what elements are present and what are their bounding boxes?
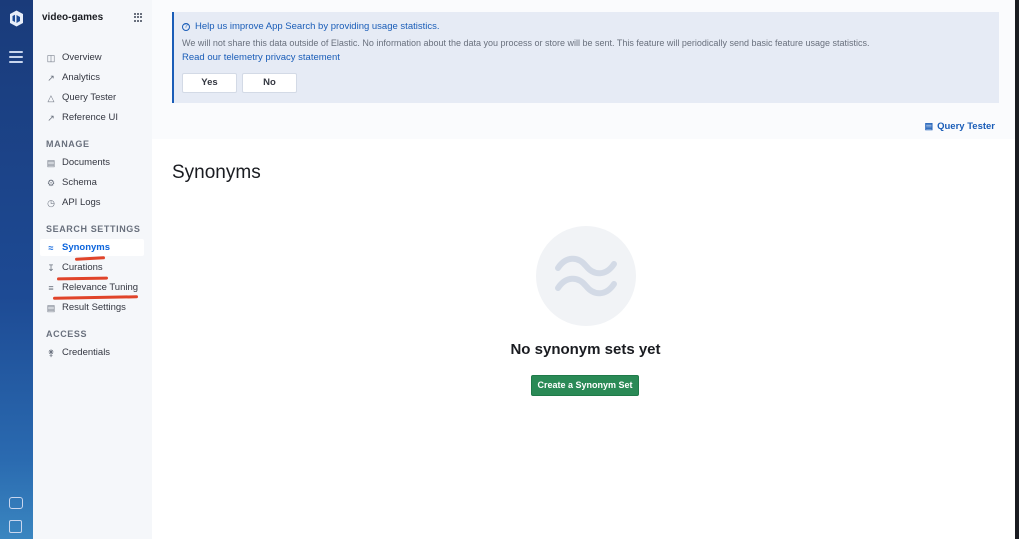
telemetry-privacy-link[interactable]: Read our telemetry privacy statement bbox=[182, 52, 340, 63]
sidebar-item-result-settings[interactable]: ▤ Result Settings bbox=[40, 299, 144, 316]
documents-icon: ▤ bbox=[46, 157, 56, 168]
reference-icon: ↗ bbox=[47, 112, 55, 123]
no-button[interactable]: No bbox=[242, 73, 297, 93]
synonyms-panel: Synonyms No synonym sets yet Create a Sy… bbox=[152, 139, 1019, 539]
hamburger-menu-icon[interactable] bbox=[9, 51, 23, 63]
chat-icon[interactable] bbox=[9, 497, 23, 509]
create-synonym-set-button[interactable]: Create a Synonym Set bbox=[531, 375, 639, 396]
curations-icon: ↧ bbox=[47, 262, 55, 273]
page-title: Synonyms bbox=[172, 162, 261, 183]
flask-icon: △ bbox=[47, 92, 55, 103]
query-tester-link[interactable]: ▤ Query Tester bbox=[925, 121, 995, 132]
synonyms-empty-icon bbox=[536, 226, 636, 326]
main-content: ? Help us improve App Search by providin… bbox=[152, 0, 1019, 539]
sidebar-item-credentials[interactable]: ⚵ Credentials bbox=[40, 344, 144, 361]
section-title-manage: MANAGE bbox=[46, 139, 90, 149]
sidebar-item-reference-ui[interactable]: ↗ Reference UI bbox=[40, 109, 144, 126]
app-rail bbox=[0, 0, 33, 539]
window-edge bbox=[1015, 0, 1019, 539]
telemetry-callout: ? Help us improve App Search by providin… bbox=[172, 12, 999, 103]
sidebar-item-curations[interactable]: ↧ Curations bbox=[40, 259, 144, 276]
sidebar-item-query-tester[interactable]: △ Query Tester bbox=[40, 89, 144, 106]
app-switcher-icon[interactable] bbox=[134, 13, 143, 22]
sidebar-item-overview[interactable]: ◫ Overview bbox=[40, 49, 144, 66]
result-settings-icon: ▤ bbox=[46, 302, 56, 313]
overview-icon: ◫ bbox=[46, 52, 56, 63]
clock-icon: ◷ bbox=[47, 197, 55, 208]
analytics-icon: ↗ bbox=[47, 72, 55, 83]
gear-icon: ⚙ bbox=[46, 177, 56, 188]
query-tester-icon: ▤ bbox=[924, 121, 934, 131]
sidebar-item-api-logs[interactable]: ◷ API Logs bbox=[40, 194, 144, 211]
sidebar-item-schema[interactable]: ⚙ Schema bbox=[40, 174, 144, 191]
sidebar: video-games ◫ Overview ↗ Analytics △ Que… bbox=[33, 0, 152, 539]
sidebar-item-analytics[interactable]: ↗ Analytics bbox=[40, 69, 144, 86]
key-icon: ⚵ bbox=[47, 347, 55, 358]
app-search-logo-icon[interactable] bbox=[7, 9, 26, 28]
synonyms-icon: ≈ bbox=[48, 242, 54, 253]
lock-icon[interactable] bbox=[9, 520, 22, 533]
empty-state-title: No synonym sets yet bbox=[510, 341, 661, 358]
callout-body: We will not share this data outside of E… bbox=[182, 38, 870, 48]
sidebar-item-relevance-tuning[interactable]: ≡ Relevance Tuning bbox=[40, 279, 144, 296]
sidebar-item-documents[interactable]: ▤ Documents bbox=[40, 154, 144, 171]
yes-button[interactable]: Yes bbox=[182, 73, 237, 93]
app-title: video-games bbox=[42, 12, 104, 23]
section-title-access: ACCESS bbox=[46, 329, 88, 339]
info-icon: ? bbox=[182, 22, 190, 31]
callout-title: Help us improve App Search by providing … bbox=[195, 21, 440, 32]
sidebar-item-synonyms[interactable]: ≈ Synonyms bbox=[40, 239, 144, 256]
section-title-search-settings: SEARCH SETTINGS bbox=[46, 224, 141, 234]
sliders-icon: ≡ bbox=[48, 282, 54, 293]
